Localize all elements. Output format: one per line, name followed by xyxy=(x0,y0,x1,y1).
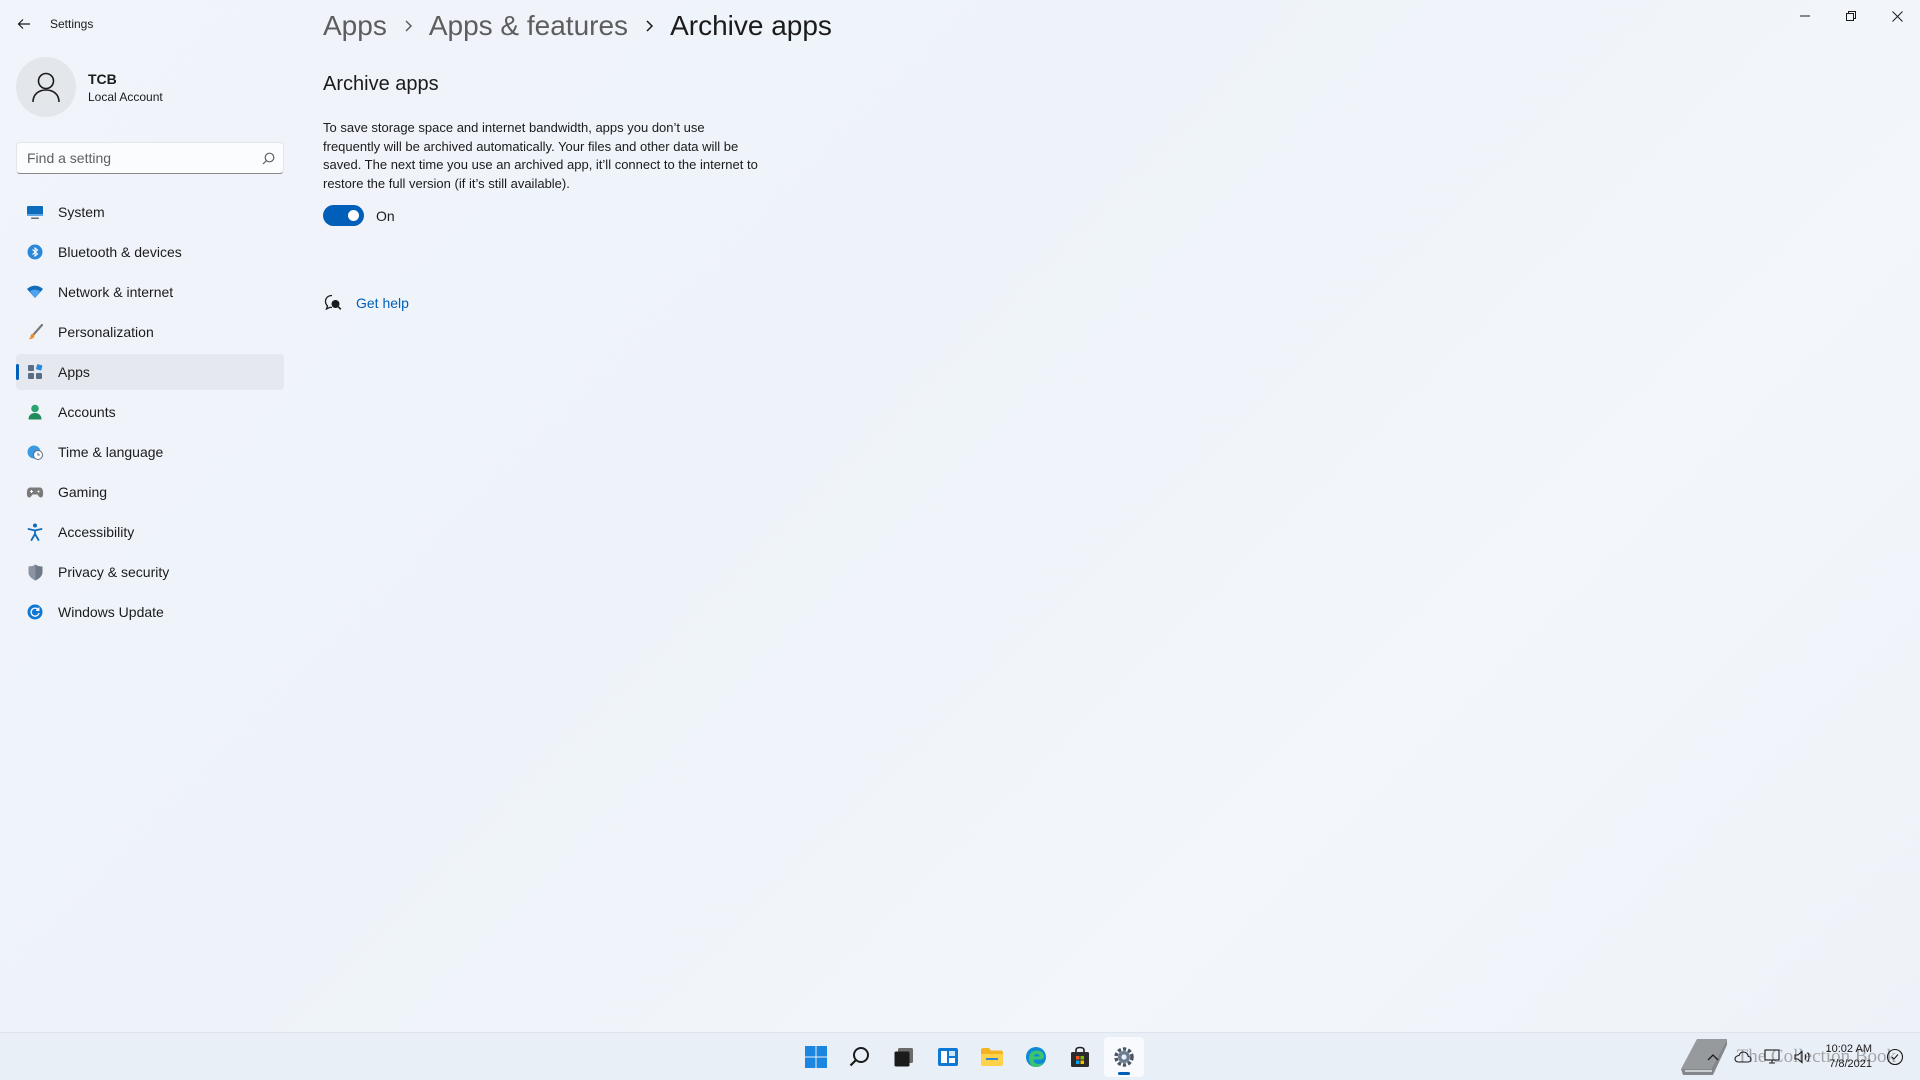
title-bar: Settings xyxy=(0,0,1920,48)
file-explorer-button[interactable] xyxy=(972,1037,1012,1077)
sidebar-item-system[interactable]: System xyxy=(16,194,284,230)
back-button[interactable] xyxy=(12,12,36,36)
update-icon xyxy=(26,603,44,621)
sidebar-item-label: Privacy & security xyxy=(58,564,170,580)
wifi-icon xyxy=(26,283,44,301)
chevron-right-icon xyxy=(403,19,413,33)
sidebar-item-label: Gaming xyxy=(58,484,108,500)
store-bag-icon xyxy=(1071,1046,1089,1067)
taskbar-search-button[interactable] xyxy=(840,1037,880,1077)
breadcrumb-apps[interactable]: Apps xyxy=(323,10,387,42)
sidebar-item-label: Apps xyxy=(58,364,90,380)
close-button[interactable] xyxy=(1874,0,1920,32)
person-icon xyxy=(26,403,44,421)
sidebar-item-label: Accessibility xyxy=(58,524,135,540)
minimize-icon xyxy=(1800,15,1810,17)
windows-logo-icon xyxy=(805,1046,827,1068)
search-icon xyxy=(849,1047,869,1067)
sidebar-item-label: Personalization xyxy=(58,324,154,340)
search-box xyxy=(16,142,284,174)
sidebar-item-label: System xyxy=(58,204,105,220)
monitor-icon xyxy=(26,203,44,221)
toggle-knob xyxy=(348,210,359,221)
avatar xyxy=(16,57,76,117)
edge-browser-button[interactable] xyxy=(1016,1037,1056,1077)
task-view-button[interactable] xyxy=(884,1037,924,1077)
profile-account-type: Local Account xyxy=(88,89,163,104)
apps-icon xyxy=(26,363,44,381)
bluetooth-icon xyxy=(26,243,44,261)
folder-icon xyxy=(981,1048,1003,1066)
sidebar-item-personalization[interactable]: Personalization xyxy=(16,314,284,350)
taskbar-apps xyxy=(794,1037,1146,1077)
start-button[interactable] xyxy=(796,1037,836,1077)
sidebar-item-windows-update[interactable]: Windows Update xyxy=(16,594,284,630)
clock-date: 7/8/2021 xyxy=(1829,1058,1872,1070)
edge-icon xyxy=(1026,1047,1046,1067)
brush-icon xyxy=(26,323,44,341)
sidebar-item-accounts[interactable]: Accounts xyxy=(16,394,284,430)
get-help-link[interactable]: Get help xyxy=(356,295,409,311)
clock-time: 10:02 AM xyxy=(1825,1043,1872,1055)
person-outline-icon xyxy=(32,72,60,103)
shield-icon xyxy=(26,563,44,581)
breadcrumb: Apps Apps & features Archive apps xyxy=(323,10,832,42)
taskbar-clock[interactable]: 10:02 AM 7/8/2021 xyxy=(1826,1042,1872,1072)
archive-apps-toggle[interactable] xyxy=(323,205,364,226)
sidebar-item-network[interactable]: Network & internet xyxy=(16,274,284,310)
arrow-left-icon xyxy=(17,19,30,29)
widgets-icon xyxy=(938,1048,958,1066)
sidebar-item-accessibility[interactable]: Accessibility xyxy=(16,514,284,550)
network-monitor-icon[interactable] xyxy=(1761,1045,1785,1069)
profile-name: TCB xyxy=(88,70,117,87)
system-tray: 10:02 AM 7/8/2021 xyxy=(1698,1033,1910,1080)
task-view-icon xyxy=(894,1048,913,1067)
section-title: Archive apps xyxy=(323,73,439,95)
sidebar-item-label: Bluetooth & devices xyxy=(58,244,182,260)
archive-toggle-row: On xyxy=(323,205,395,226)
archive-description: To save storage space and internet bandw… xyxy=(323,120,758,191)
search-input[interactable] xyxy=(17,150,253,166)
minimize-button[interactable] xyxy=(1782,0,1828,32)
sidebar-item-time-language[interactable]: Time & language xyxy=(16,434,284,470)
sidebar-item-label: Network & internet xyxy=(58,284,174,300)
sidebar-item-privacy[interactable]: Privacy & security xyxy=(16,554,284,590)
chevron-right-icon xyxy=(644,19,654,33)
notification-icon[interactable] xyxy=(1883,1045,1907,1069)
globe-clock-icon xyxy=(26,443,44,461)
chevron-up-icon[interactable] xyxy=(1701,1045,1725,1069)
page-title: Archive apps xyxy=(670,10,832,41)
taskbar: The Collection Book 10:02 AM 7/8/2021 xyxy=(0,1032,1920,1080)
gamepad-icon xyxy=(26,483,44,501)
cloud-icon[interactable] xyxy=(1731,1045,1755,1069)
breadcrumb-apps-features[interactable]: Apps & features xyxy=(429,10,628,42)
restore-icon xyxy=(1846,11,1856,21)
help-row: Get help xyxy=(323,293,409,313)
sidebar-item-apps[interactable]: Apps xyxy=(16,354,284,390)
sidebar-item-bluetooth[interactable]: Bluetooth & devices xyxy=(16,234,284,270)
volume-icon[interactable] xyxy=(1791,1045,1815,1069)
restore-button[interactable] xyxy=(1828,0,1874,32)
app-title: Settings xyxy=(50,17,94,31)
toggle-state-label: On xyxy=(376,207,395,224)
store-button[interactable] xyxy=(1060,1037,1100,1077)
widgets-button[interactable] xyxy=(928,1037,968,1077)
search-icon[interactable] xyxy=(253,152,283,165)
accessibility-icon xyxy=(26,523,44,541)
sidebar-nav: System Bluetooth & devices Network & int… xyxy=(16,194,284,634)
sidebar-item-label: Windows Update xyxy=(58,604,164,620)
settings-app-button[interactable] xyxy=(1104,1037,1144,1077)
window-controls xyxy=(1782,0,1920,32)
help-chat-icon xyxy=(323,293,343,313)
sidebar-item-gaming[interactable]: Gaming xyxy=(16,474,284,510)
sidebar-item-label: Time & language xyxy=(58,444,164,460)
sidebar-item-label: Accounts xyxy=(58,404,116,420)
gear-icon xyxy=(1114,1047,1134,1067)
close-icon xyxy=(1891,10,1903,22)
user-profile[interactable]: TCB Local Account xyxy=(16,57,163,117)
